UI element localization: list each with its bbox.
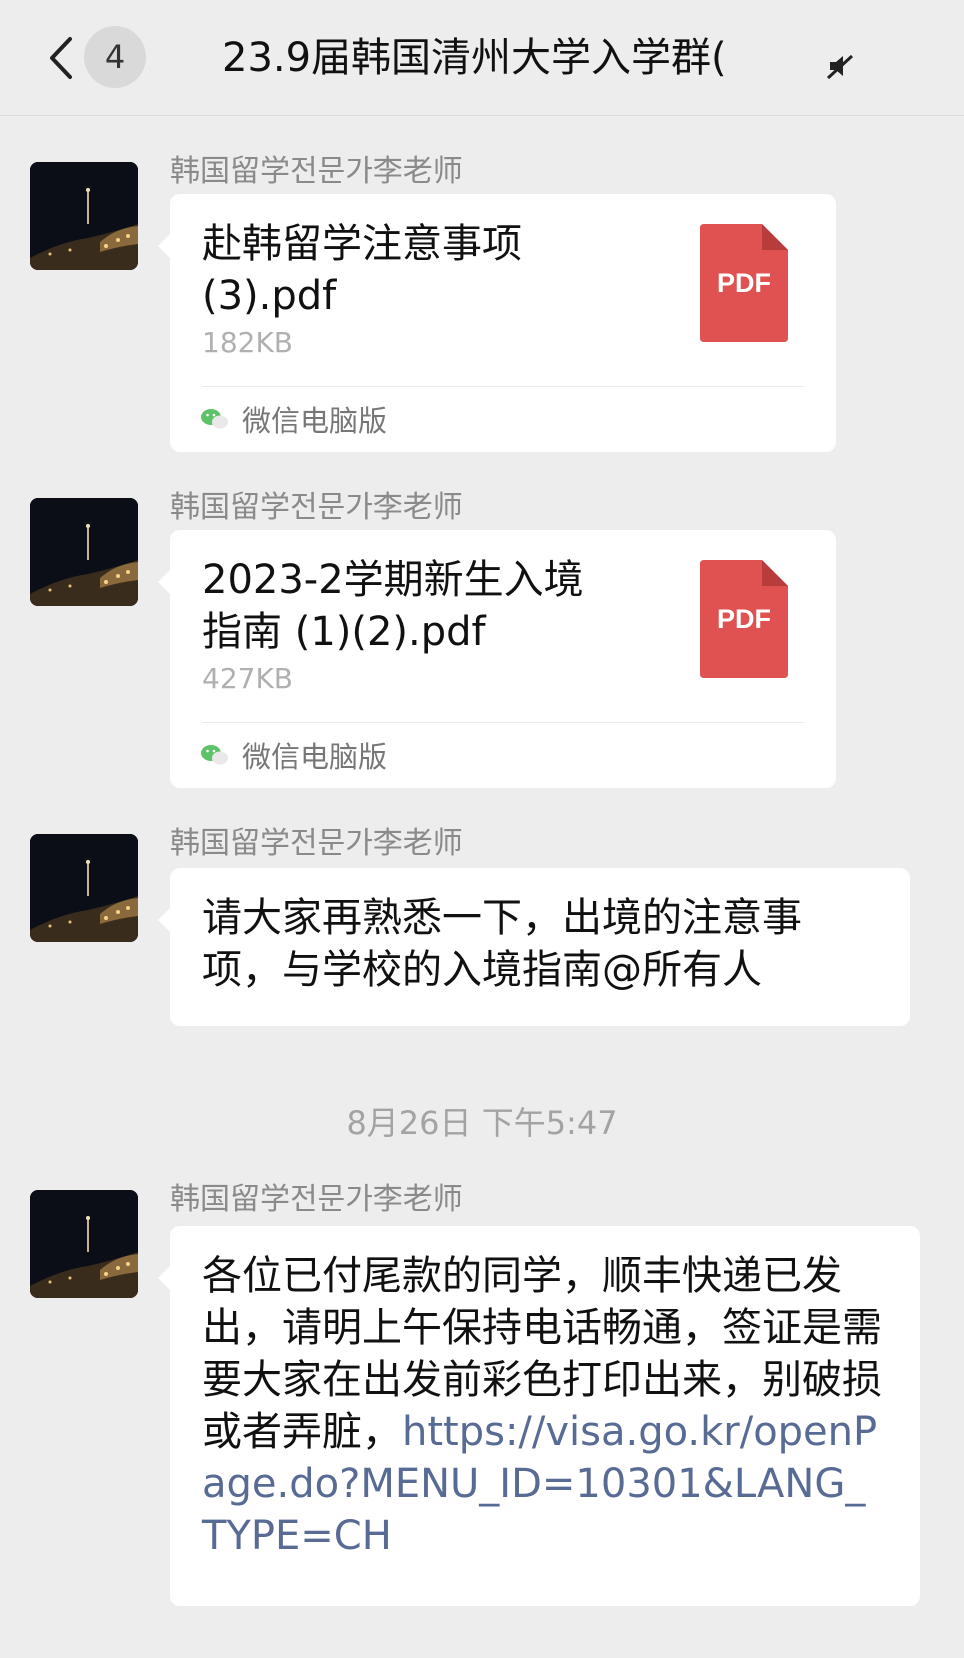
chevron-left-icon <box>50 37 72 79</box>
message-row: 韩国留学전문가李老师 各位已付尾款的同学，顺丰快递已发出，请明上午保持电话畅通，… <box>0 1178 964 1618</box>
divider <box>202 722 804 723</box>
avatar[interactable] <box>30 498 138 606</box>
pdf-icon-label: PDF <box>717 604 771 634</box>
wechat-icon <box>201 745 228 765</box>
sender-name: 韩国留学전문가李老师 <box>170 1182 463 1217</box>
mute-icon <box>826 52 854 80</box>
sender-name: 韩国留学전문가李老师 <box>170 490 463 525</box>
message-row: 韩国留学전문가李老师 赴韩留学注意事项 (3).pdf 182KB PDF 微信… <box>0 150 964 452</box>
pdf-icon-label: PDF <box>717 268 771 298</box>
chat-title: 23.9届韩国清州大学入学群( <box>222 35 727 81</box>
source-label: 微信电脑版 <box>242 740 388 774</box>
file-name: 赴韩留学注意事项 (3).pdf <box>202 221 522 319</box>
text-message-bubble[interactable]: 各位已付尾款的同学，顺丰快递已发出，请明上午保持电话畅通，签证是需要大家在出发前… <box>158 1226 920 1606</box>
avatar[interactable] <box>30 1190 138 1298</box>
file-source: 微信电脑版 <box>200 734 387 776</box>
file-size: 182KB <box>202 326 294 359</box>
sender-name: 韩国留学전문가李老师 <box>170 826 463 861</box>
avatar[interactable] <box>30 834 138 942</box>
file-message-bubble[interactable]: 赴韩留学注意事项 (3).pdf 182KB PDF 微信电脑版 <box>158 194 836 452</box>
divider <box>202 386 804 387</box>
file-source: 微信电脑版 <box>200 398 387 440</box>
timestamp: 8月26日 下午5:47 <box>346 1104 618 1142</box>
unread-count-badge[interactable]: 4 <box>84 26 146 88</box>
back-button[interactable] <box>40 34 80 82</box>
message-row: 韩国留学전문가李老师 请大家再熟悉一下，出境的注意事项，与学校的入境指南@所有人 <box>0 822 964 1042</box>
source-label: 微信电脑版 <box>242 404 388 438</box>
chat-header: 4 23.9届韩国清州大学入学群( <box>0 0 964 116</box>
file-size: 427KB <box>202 662 294 695</box>
message-text: 请大家再熟悉一下，出境的注意事项，与学校的入境指南@所有人 <box>202 895 802 993</box>
message-row: 韩国留学전문가李老师 2023-2学期新生入境 指南 (1)(2).pdf 42… <box>0 486 964 788</box>
text-message-bubble[interactable]: 请大家再熟悉一下，出境的注意事项，与学校的入境指南@所有人 <box>158 868 910 1026</box>
file-name: 2023-2学期新生入境 指南 (1)(2).pdf <box>202 557 584 655</box>
sender-name: 韩国留学전문가李老师 <box>170 154 463 189</box>
file-message-bubble[interactable]: 2023-2学期新生入境 指南 (1)(2).pdf 427KB PDF 微信电… <box>158 530 836 788</box>
wechat-icon <box>201 409 228 429</box>
avatar[interactable] <box>30 162 138 270</box>
